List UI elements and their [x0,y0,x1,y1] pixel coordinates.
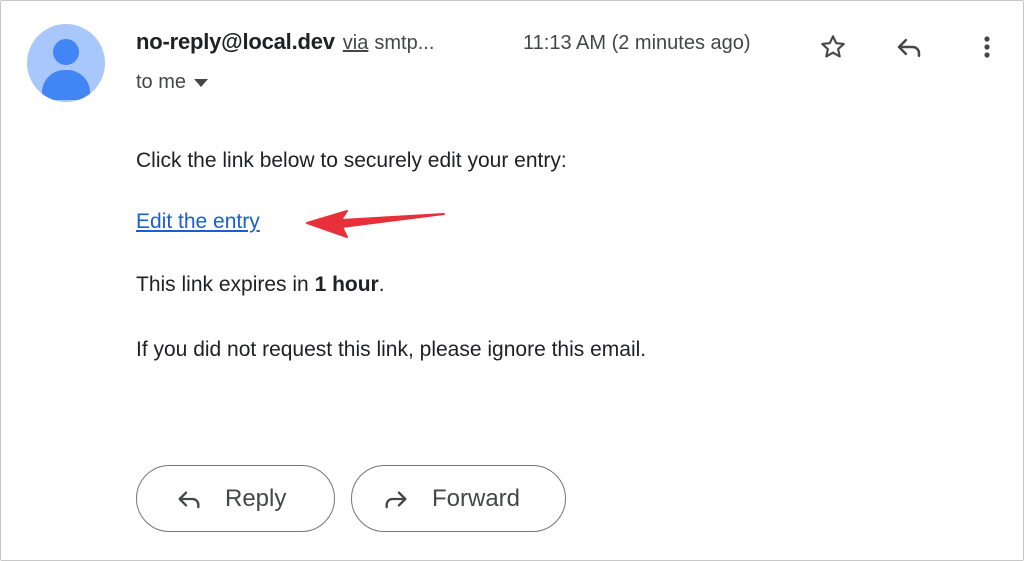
expiry-duration: 1 hour [314,273,379,296]
sender-email[interactable]: no-reply@local.dev [136,29,335,55]
avatar-head-shape [53,39,79,65]
message-time[interactable]: 11:13 AM (2 minutes ago) [523,32,751,55]
reply-button-label: Reply [225,484,287,512]
link-paragraph: Edit the entry [136,210,260,234]
forward-icon [385,490,407,508]
caret-down-icon [194,78,209,87]
expiry-text: This link expires in 1 hour. [136,273,385,297]
reply-header-button[interactable] [889,27,929,67]
email-view: no-reply@local.dev via smtp... 11:13 AM (… [0,0,1024,561]
via-server: smtp... [374,32,435,54]
ignore-note: If you did not request this link, please… [136,338,647,361]
sender-row: no-reply@local.dev via smtp... [136,29,434,59]
expiry-prefix: This link expires in [136,273,315,296]
red-arrow-annotation [306,210,445,238]
reply-icon [178,490,200,508]
via-link[interactable]: via [343,32,369,54]
more-vert-icon [984,36,990,58]
sender-avatar[interactable] [27,24,105,102]
more-options-button[interactable] [967,27,1007,67]
star-button[interactable] [813,27,853,67]
forward-button[interactable]: Forward [351,465,566,532]
edit-entry-link[interactable]: Edit the entry [136,210,260,233]
recipient-details-toggle[interactable]: to me [136,71,209,94]
forward-button-label: Forward [432,484,521,512]
via-info: via smtp... [343,32,435,55]
expiry-suffix: . [378,273,385,296]
recipient-label: to me [136,71,187,93]
reply-button[interactable]: Reply [136,465,335,532]
intro-text: Click the link below to securely edit yo… [136,149,567,172]
star-icon [821,35,845,58]
avatar-body-shape [42,70,90,100]
reply-icon [897,38,921,57]
